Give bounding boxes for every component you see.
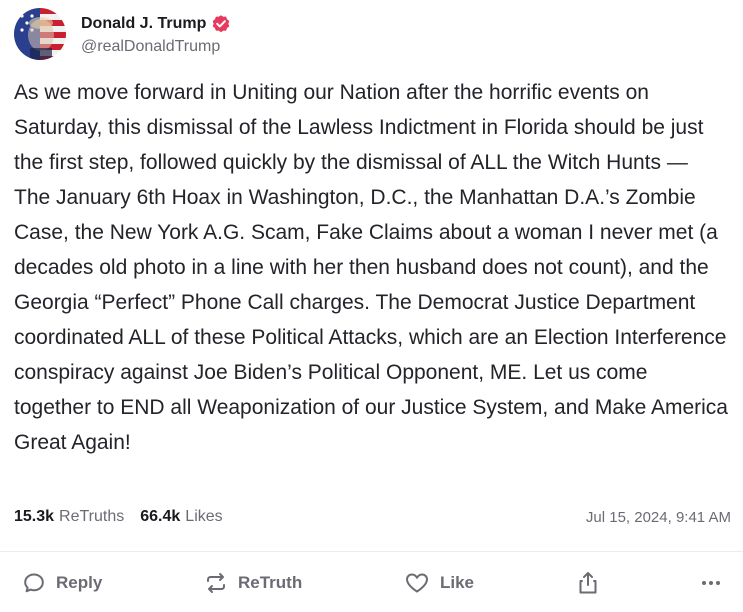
reply-button[interactable]: Reply bbox=[22, 563, 102, 603]
speech-bubble-icon bbox=[22, 571, 46, 595]
reply-label: Reply bbox=[56, 573, 103, 592]
author-info: Donald J. Trump @realDonaldTrump bbox=[81, 8, 231, 60]
post-text: As we move forward in Uniting our Nation… bbox=[14, 81, 728, 454]
name-row: Donald J. Trump bbox=[81, 13, 231, 35]
likes-label: Likes bbox=[185, 508, 223, 525]
repost-arrows-icon bbox=[204, 571, 228, 595]
post-timestamp[interactable]: Jul 15, 2024, 9:41 AM bbox=[586, 509, 731, 526]
retruths-stat[interactable]: 15.3k ReTruths bbox=[14, 508, 124, 526]
post-stats: 15.3k ReTruths 66.4k Likes Jul 15, 2024,… bbox=[14, 506, 731, 528]
share-upload-icon bbox=[576, 570, 600, 596]
retruth-button[interactable]: ReTruth bbox=[204, 563, 302, 603]
retruth-label: ReTruth bbox=[238, 573, 303, 592]
retruths-count: 15.3k bbox=[14, 508, 55, 525]
action-bar: Reply ReTruth Like bbox=[0, 563, 743, 603]
more-dots-icon bbox=[699, 571, 723, 595]
avatar[interactable] bbox=[14, 8, 66, 60]
verified-badge-icon bbox=[211, 14, 231, 34]
author-handle[interactable]: @realDonaldTrump bbox=[81, 38, 231, 56]
share-button[interactable] bbox=[576, 563, 600, 603]
more-options-button[interactable] bbox=[699, 563, 723, 603]
like-button[interactable]: Like bbox=[404, 563, 474, 603]
truth-post: Donald J. Trump @realDonaldTrump As we m… bbox=[0, 0, 743, 612]
avatar-image bbox=[14, 8, 66, 60]
retruths-label: ReTruths bbox=[59, 508, 125, 525]
like-label: Like bbox=[440, 573, 475, 592]
likes-count: 66.4k bbox=[140, 508, 181, 525]
divider bbox=[0, 551, 743, 552]
post-header: Donald J. Trump @realDonaldTrump bbox=[14, 8, 231, 60]
display-name[interactable]: Donald J. Trump bbox=[81, 15, 206, 33]
likes-stat[interactable]: 66.4k Likes bbox=[140, 508, 222, 526]
heart-icon bbox=[404, 571, 430, 595]
